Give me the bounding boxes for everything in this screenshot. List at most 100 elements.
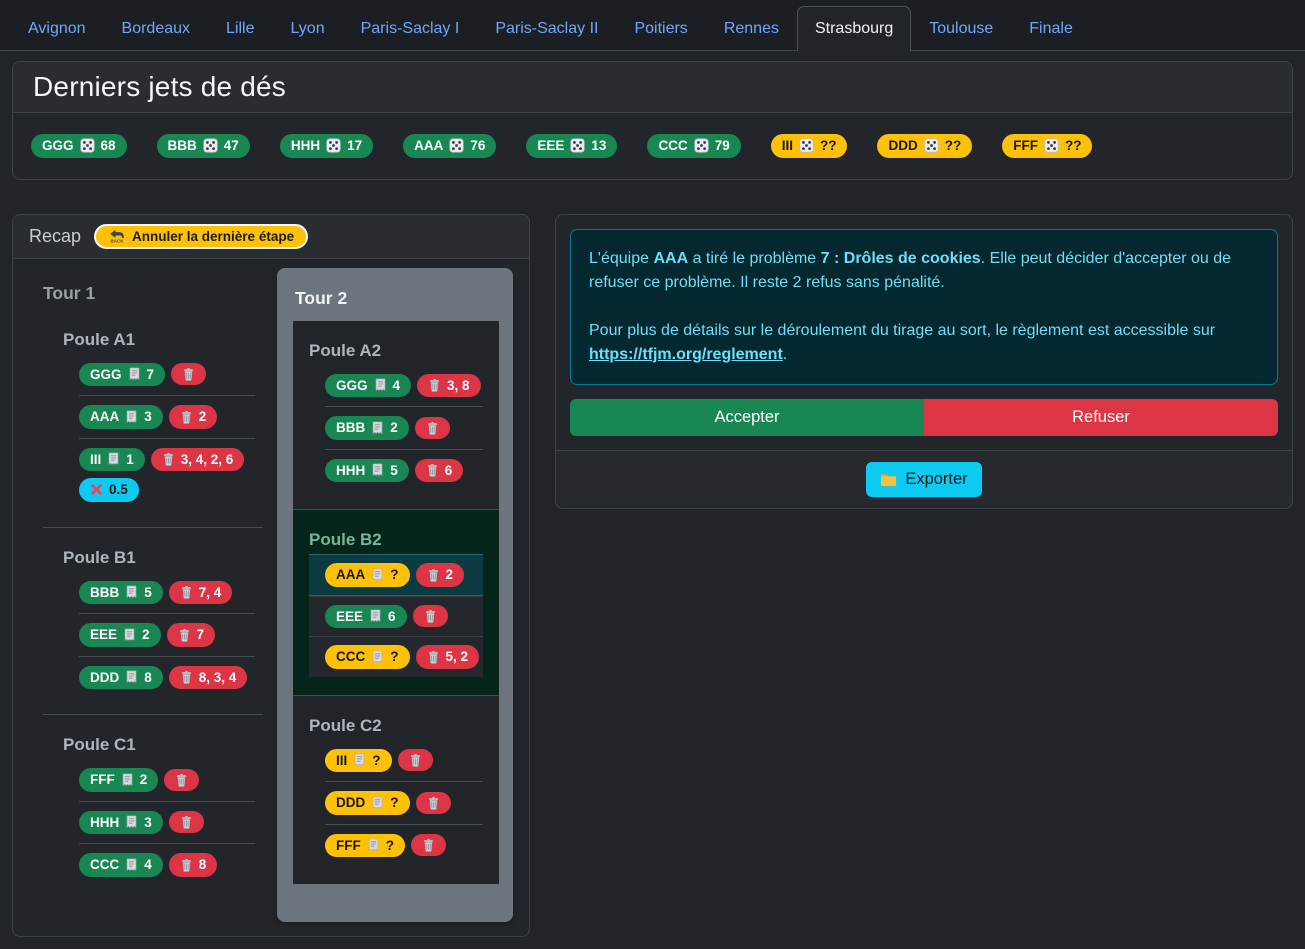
poule-title: Poule C1: [63, 735, 263, 755]
team-row-line: III1 3, 4, 2, 6: [79, 448, 255, 472]
tab-lyon[interactable]: Lyon: [273, 6, 343, 51]
tab-bordeaux[interactable]: Bordeaux: [104, 6, 209, 51]
refused-problems-badge: 5, 2: [416, 645, 480, 669]
poule-poule-c1: Poule C1FFF2HHH3CCC48: [43, 714, 263, 886]
receipt-icon: [369, 609, 382, 623]
team-row-FFF: FFF2: [79, 759, 255, 801]
team-row-line: HHH56: [325, 459, 483, 483]
refuse-button[interactable]: Refuser: [924, 399, 1278, 437]
team-row-AAA: AAA?2: [309, 554, 483, 596]
export-button[interactable]: Exporter: [866, 462, 981, 497]
refused-problems-badge: 2: [169, 405, 218, 429]
tab-toulouse[interactable]: Toulouse: [911, 6, 1011, 51]
team-name: EEE: [90, 627, 117, 643]
accept-button[interactable]: Accepter: [570, 399, 924, 437]
problem-number: 4: [393, 378, 401, 394]
receipt-icon: [125, 815, 138, 829]
poule-rows: III?DDD?FFF?: [325, 740, 483, 867]
trash-icon: [427, 796, 440, 810]
dice-badge-GGG: GGG 68: [31, 134, 127, 158]
refused-problems-badge: 6: [415, 459, 464, 483]
trash-icon: [426, 463, 439, 477]
tab-strasbourg[interactable]: Strasbourg: [797, 6, 911, 51]
dice-badge-team: DDD: [888, 138, 917, 154]
tab-poitiers[interactable]: Poitiers: [616, 6, 705, 51]
dice-icon: [203, 138, 218, 153]
team-problem-badge-FFF: FFF2: [79, 768, 158, 792]
receipt-icon: [367, 838, 380, 852]
dice-badge-DDD: DDD??: [877, 134, 972, 158]
dice-badge-team: GGG: [42, 138, 74, 154]
dice-badges-row: GGG68BBB47HHH17AAA76EEE13CCC79III??DDD??…: [13, 113, 1292, 179]
tab-finale[interactable]: Finale: [1011, 6, 1091, 51]
refused-problems-badge: [164, 769, 199, 791]
trash-icon: [422, 838, 435, 852]
team-name: DDD: [90, 670, 119, 686]
tab-lille[interactable]: Lille: [208, 6, 272, 51]
receipt-icon: [371, 421, 384, 435]
trash-icon: [178, 628, 191, 642]
team-problem-badge-GGG: GGG4: [325, 374, 411, 398]
tab-rennes[interactable]: Rennes: [706, 6, 797, 51]
refused-problems-badge: 8: [169, 853, 218, 877]
refused-list: 3, 4, 2, 6: [181, 452, 234, 468]
tab-avignon[interactable]: Avignon: [10, 6, 104, 51]
recap-body: Tour 1Poule A1GGG7AAA32III13, 4, 2, 60.5…: [13, 259, 529, 937]
refused-problems-badge: [415, 417, 450, 439]
team-name: FFF: [336, 838, 361, 854]
dice-icon: [80, 138, 95, 153]
reglement-link[interactable]: https://tfjm.org/reglement: [589, 346, 783, 363]
problem-number: 6: [388, 609, 396, 625]
poule-rows: BBB57, 4EEE27DDD88, 3, 4: [79, 572, 255, 699]
trash-icon: [175, 773, 188, 787]
dice-badge-value: 17: [347, 138, 362, 154]
folder-icon: [880, 472, 897, 487]
draw-panel: L'équipe AAA a tiré le problème 7 : Drôl…: [555, 214, 1293, 510]
refused-problems-badge: 2: [416, 563, 465, 587]
team-problem-badge-III: III1: [79, 448, 145, 472]
team-row-line: FFF2: [79, 768, 255, 792]
tour-title: Tour 2: [295, 288, 499, 309]
tab-paris-saclay-ii[interactable]: Paris-Saclay II: [477, 6, 616, 51]
team-name: EEE: [336, 609, 363, 625]
dice-badge-team: BBB: [168, 138, 197, 154]
team-row-HHH: HHH56: [325, 449, 483, 492]
receipt-icon: [128, 367, 141, 381]
team-problem-badge-DDD: DDD8: [79, 666, 163, 690]
refused-problems-badge: [398, 749, 433, 771]
problem-number: 1: [126, 452, 134, 468]
dice-badge-value: 68: [101, 138, 116, 154]
page-title: Derniers jets de dés: [33, 71, 1272, 103]
problem-number: ?: [390, 567, 398, 583]
team-problem-badge-EEE: EEE 6: [325, 605, 407, 629]
draw-message-text: Pour plus de détails sur le déroulement …: [589, 322, 1215, 339]
team-row-CCC: CCC?5, 2: [309, 636, 483, 677]
team-name: HHH: [336, 463, 365, 479]
dice-badge-value: 76: [470, 138, 485, 154]
draw-message-text: L'équipe: [589, 250, 653, 267]
trash-icon: [180, 858, 193, 872]
poule-rows: GGG43, 8BBB2HHH56: [325, 365, 483, 492]
poule-poule-a2: Poule A2GGG43, 8BBB2HHH56: [293, 321, 499, 510]
refused-list: 5, 2: [446, 649, 469, 665]
poule-title: Poule B2: [309, 530, 483, 550]
receipt-icon: [371, 568, 384, 582]
team-row-line: GGG43, 8: [325, 374, 483, 398]
team-row-line: III?: [325, 749, 483, 773]
team-row-line: AAA?2: [325, 563, 483, 587]
refused-list: 6: [445, 463, 453, 479]
dice-icon: [799, 138, 814, 153]
team-problem-badge-BBB: BBB5: [79, 581, 163, 605]
dice-panel: Derniers jets de dés GGG68BBB47HHH17AAA7…: [12, 61, 1293, 180]
receipt-icon: [125, 585, 138, 599]
dice-icon: [1044, 138, 1059, 153]
refused-list: 2: [446, 567, 454, 583]
team-row-CCC: CCC48: [79, 843, 255, 886]
dice-badge-EEE: EEE13: [526, 134, 617, 158]
tab-paris-saclay-i[interactable]: Paris-Saclay I: [343, 6, 478, 51]
problem-number: ?: [386, 838, 394, 854]
draw-message: L'équipe AAA a tiré le problème 7 : Drôl…: [570, 229, 1278, 385]
undo-last-step-button[interactable]: BACK Annuler la dernière étape: [94, 224, 308, 249]
team-name: HHH: [90, 815, 119, 831]
team-row-III: III13, 4, 2, 60.5: [79, 438, 255, 511]
